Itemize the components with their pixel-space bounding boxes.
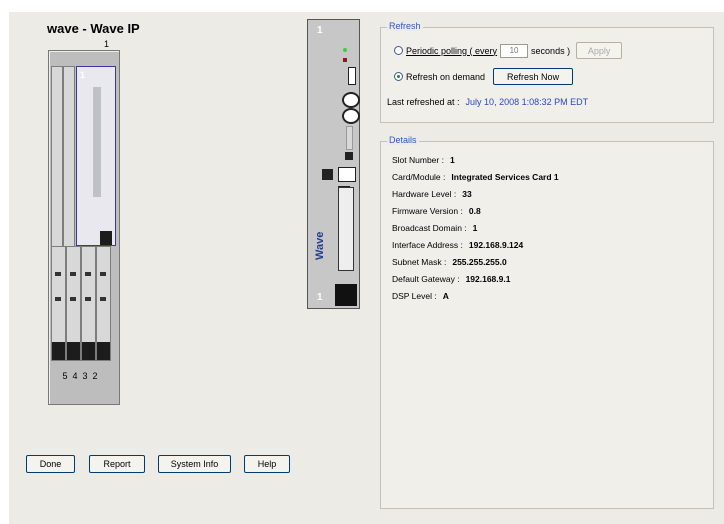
card-switch (348, 67, 356, 85)
polling-interval-input[interactable]: 10 (500, 43, 529, 58)
card-connector (338, 187, 354, 271)
help-button[interactable]: Help (244, 455, 290, 473)
detail-row-interface-address: Interface Address : 192.168.9.124 (392, 240, 523, 250)
refresh-on-demand-label[interactable]: Refresh on demand (406, 72, 485, 82)
last-refreshed-label: Last refreshed at : (387, 97, 460, 107)
chassis-title: wave - Wave IP (47, 21, 140, 36)
chassis-slot-2[interactable] (96, 246, 111, 361)
port (55, 272, 61, 276)
detail-label: Slot Number : (392, 155, 444, 165)
slot-black-block (82, 342, 95, 360)
detail-row-subnet-mask: Subnet Mask : 255.255.255.0 (392, 257, 507, 267)
slot-label: 4 (72, 371, 78, 381)
card-port-round (342, 92, 360, 108)
card-port (338, 167, 356, 182)
status-led (343, 48, 347, 52)
detail-label: Hardware Level : (392, 189, 457, 199)
slot-label: 3 (82, 371, 88, 381)
periodic-polling-radio[interactable] (394, 46, 403, 55)
chassis-slot-5[interactable] (51, 246, 66, 361)
detail-value: A (442, 291, 449, 301)
chassis-slot-3[interactable] (81, 246, 96, 361)
status-led (343, 58, 347, 62)
refresh-now-button[interactable]: Refresh Now (493, 68, 574, 85)
apply-button[interactable]: Apply (576, 42, 623, 59)
slot-number-labels: 5432 (60, 371, 100, 381)
card-black-block (335, 284, 357, 306)
detail-row-card-module: Card/Module : Integrated Services Card 1 (392, 172, 559, 182)
periodic-polling-label[interactable]: Periodic polling ( every (406, 46, 497, 56)
refresh-on-demand-row: Refresh on demand Refresh Now (394, 68, 574, 85)
detail-row-hardware-level: Hardware Level : 33 (392, 189, 472, 199)
detail-label: Default Gateway : (392, 274, 460, 284)
detail-row-default-gateway: Default Gateway : 192.168.9.1 (392, 274, 510, 284)
detail-row-dsp-level: DSP Level : A (392, 291, 449, 301)
system-info-button[interactable]: System Info (158, 455, 231, 473)
detail-label: DSP Level : (392, 291, 437, 301)
port (70, 297, 76, 301)
detail-row-slot-number: Slot Number : 1 (392, 155, 455, 165)
slot-black-block (67, 342, 80, 360)
detail-label: Interface Address : (392, 240, 463, 250)
detail-value: 1 (449, 155, 455, 165)
detail-label: Broadcast Domain : (392, 223, 467, 233)
detail-value: 0.8 (468, 206, 481, 216)
chassis-top-slot-number: 1 (104, 39, 110, 49)
detail-value: 33 (462, 189, 472, 199)
detail-value: 1 (472, 223, 478, 233)
card-port (322, 169, 333, 180)
card-view: 1 Wave 1 (307, 19, 360, 309)
detail-value: 192.168.9.124 (468, 240, 524, 250)
detail-row-firmware-version: Firmware Version : 0.8 (392, 206, 481, 216)
detail-label: Card/Module : (392, 172, 446, 182)
seconds-label: seconds ) (531, 45, 571, 56)
refresh-on-demand-radio[interactable] (394, 72, 403, 81)
detail-value: 192.168.9.1 (465, 274, 511, 284)
port (100, 297, 106, 301)
card-bottom-number: 1 (317, 292, 323, 303)
chassis-slot-1[interactable]: 1 (76, 66, 116, 246)
detail-row-broadcast-domain: Broadcast Domain : 1 (392, 223, 477, 233)
slot-label: 2 (92, 371, 98, 381)
last-refreshed-row: Last refreshed at : July 10, 2008 1:08:3… (387, 97, 588, 107)
slot-black-block (100, 231, 112, 245)
detail-label: Firmware Version : (392, 206, 463, 216)
detail-value: Integrated Services Card 1 (451, 172, 559, 182)
slot-label: 5 (62, 371, 68, 381)
port (55, 297, 61, 301)
details-group-title: Details (387, 135, 419, 145)
detail-label: Subnet Mask : (392, 257, 447, 267)
detail-value: 255.255.255.0 (452, 257, 507, 267)
refresh-group-title: Refresh (387, 21, 423, 31)
done-button[interactable]: Done (26, 455, 75, 473)
wave-logo-text: Wave (314, 231, 326, 260)
card-port (345, 152, 353, 160)
chassis-slot-4[interactable] (66, 246, 81, 361)
wave-logo: Wave (314, 232, 326, 260)
slot-black-block (52, 342, 65, 360)
slot-black-block (97, 342, 110, 360)
port (70, 272, 76, 276)
chassis-slot-1-number: 1 (80, 70, 86, 80)
card-port-round (342, 108, 360, 124)
chassis-view: 1 (48, 50, 120, 405)
report-button[interactable]: Report (89, 455, 145, 473)
slot-connector (93, 87, 101, 197)
port (100, 272, 106, 276)
periodic-polling-row: Periodic polling ( every 10 seconds ) Ap… (394, 42, 623, 59)
port (85, 272, 91, 276)
card-top-number: 1 (317, 25, 323, 36)
card-dots (346, 126, 353, 150)
port (85, 297, 91, 301)
last-refreshed-value: July 10, 2008 1:08:32 PM EDT (465, 97, 589, 107)
